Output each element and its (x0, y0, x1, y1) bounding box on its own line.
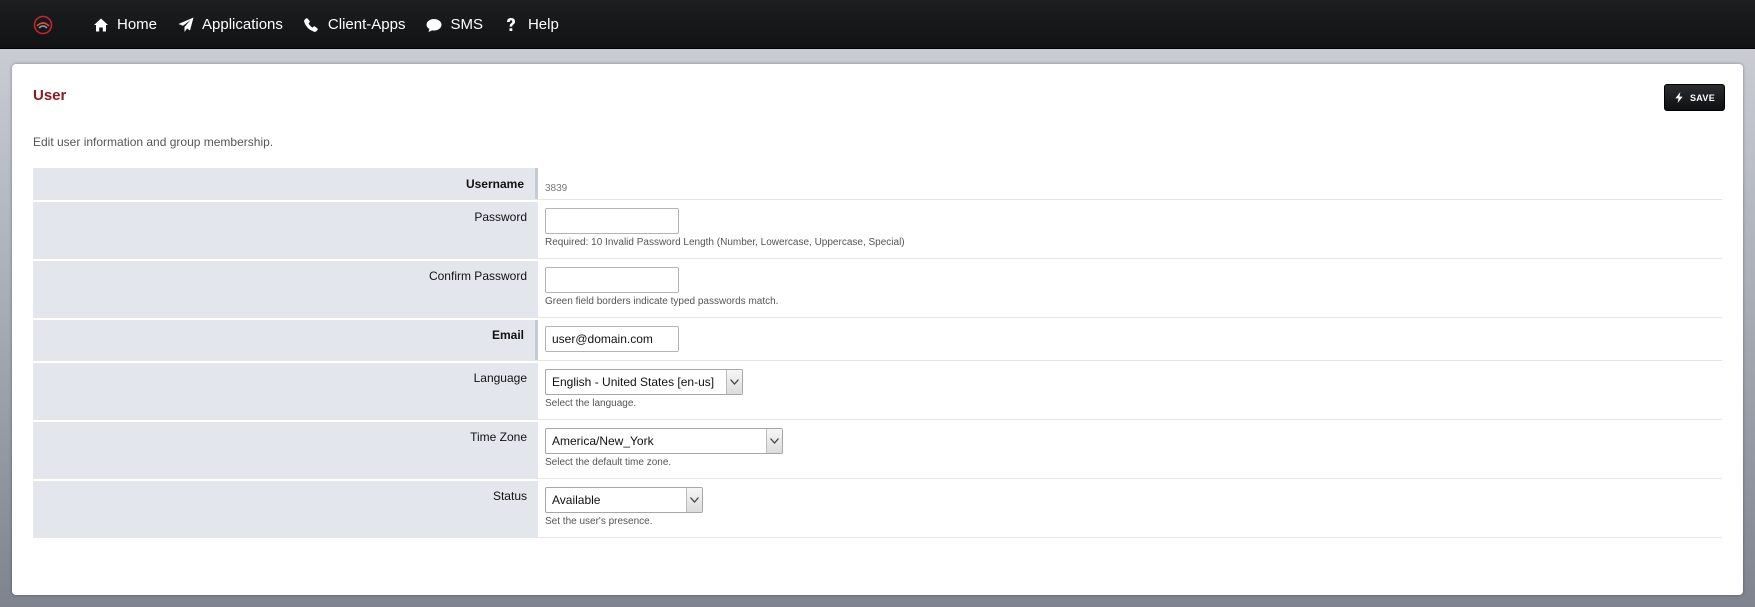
logo-icon[interactable] (33, 15, 53, 35)
home-icon (92, 16, 109, 33)
language-label: Language (33, 363, 538, 419)
confirm-password-label: Confirm Password (33, 261, 538, 317)
confirm-password-hint: Green field borders indicate typed passw… (545, 296, 779, 307)
username-row: Username 3839 (33, 168, 1722, 200)
time-zone-hint: Select the default time zone. (545, 457, 672, 468)
password-row: Password Required: 10 Invalid Password L… (33, 202, 1722, 259)
save-button-label: SAVE (1689, 92, 1716, 103)
confirm-password-field[interactable] (545, 267, 679, 293)
save-button[interactable]: SAVE (1664, 84, 1725, 111)
email-label: Email (33, 320, 538, 360)
language-selected: English - United States [en-us] (552, 375, 715, 389)
time-zone-row: Time Zone America/New_York Select the de… (33, 422, 1722, 479)
nav-item-label: SMS (450, 16, 483, 33)
nav-item-label: Home (117, 16, 158, 33)
nav-item-label: Client-Apps (327, 16, 406, 33)
phone-icon (303, 16, 320, 33)
chevron-down-icon (686, 488, 702, 512)
nav-menu: Home Applications Client-Apps SMS Help (92, 0, 579, 49)
language-select[interactable]: English - United States [en-us] (545, 369, 743, 395)
nav-item-home[interactable]: Home (92, 0, 157, 49)
confirm-password-row: Confirm Password Green field borders ind… (33, 261, 1722, 318)
nav-item-help[interactable]: Help (503, 0, 559, 49)
user-panel: User SAVE Edit user information and grou… (12, 64, 1743, 595)
password-label: Password (33, 202, 538, 258)
chevron-down-icon (766, 429, 782, 453)
chat-icon (425, 16, 442, 33)
chevron-down-icon (726, 370, 742, 394)
status-hint: Set the user's presence. (545, 516, 653, 527)
username-label: Username (33, 168, 538, 199)
status-selected: Available (552, 493, 601, 507)
nav-item-applications[interactable]: Applications (177, 0, 283, 49)
bolt-icon (1675, 92, 1683, 103)
status-row: Status Available Set the user's presence… (33, 481, 1722, 538)
question-icon (503, 16, 520, 33)
nav-item-client-apps[interactable]: Client-Apps (303, 0, 406, 49)
time-zone-selected: America/New_York (552, 434, 654, 448)
language-row: Language English - United States [en-us]… (33, 363, 1722, 420)
top-navbar: Home Applications Client-Apps SMS Help (0, 0, 1755, 49)
nav-item-sms[interactable]: SMS (425, 0, 483, 49)
status-label: Status (33, 481, 538, 537)
nav-item-label: Applications (202, 16, 283, 33)
language-hint: Select the language. (545, 398, 637, 409)
page-title: User (33, 87, 67, 104)
nav-item-label: Help (527, 16, 559, 33)
password-field[interactable] (545, 208, 679, 234)
time-zone-select[interactable]: America/New_York (545, 428, 783, 454)
status-select[interactable]: Available (545, 487, 703, 513)
paper-plane-icon (177, 16, 194, 33)
page-description: Edit user information and group membersh… (33, 135, 274, 149)
user-form: Username 3839 Password Required: 10 Inva… (33, 168, 1722, 540)
email-row: Email (33, 320, 1722, 361)
username-value: 3839 (545, 183, 568, 194)
password-hint: Required: 10 Invalid Password Length (Nu… (545, 237, 905, 248)
time-zone-label: Time Zone (33, 422, 538, 478)
email-field[interactable] (545, 326, 679, 352)
